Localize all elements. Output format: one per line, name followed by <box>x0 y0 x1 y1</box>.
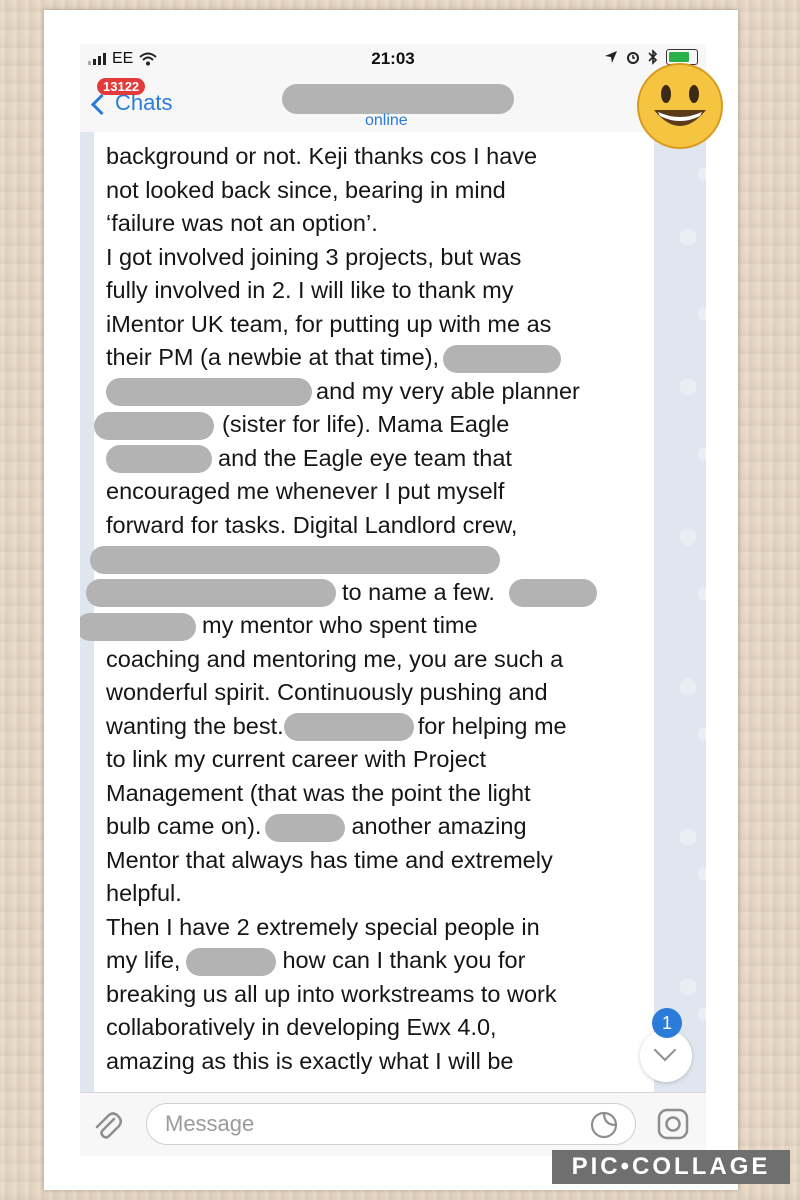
message-line: (sister for life). Mama Eagle <box>94 408 646 442</box>
message-segment: my life, <box>106 947 181 973</box>
message-segment: (sister for life). Mama Eagle <box>222 411 510 437</box>
message-line: ‘failure was not an option’. <box>106 210 378 236</box>
redacted-name <box>94 411 214 440</box>
redacted-name <box>186 947 277 976</box>
unread-badge: 13122 <box>97 78 146 95</box>
message-line: Then I have 2 extremely special people i… <box>106 913 540 940</box>
camera-icon[interactable] <box>656 1107 690 1141</box>
message-segment: how can I thank you for <box>282 947 526 973</box>
redacted-name <box>265 813 346 842</box>
redacted-name <box>80 612 196 641</box>
message-line: fully involved in 2. I will like to than… <box>106 277 514 303</box>
message-segment: and the Eagle eye team that <box>218 444 512 471</box>
message-line: my mentor who spent time <box>80 609 646 643</box>
chevron-left-icon <box>90 93 113 115</box>
chat-history[interactable]: background or not. Keji thanks cos I hav… <box>80 132 706 1092</box>
message-segment: bulb came on). <box>106 813 262 839</box>
message-line: forward for tasks. Digital Landlord crew… <box>106 511 518 538</box>
message-bubble[interactable]: background or not. Keji thanks cos I hav… <box>80 132 654 1092</box>
pic-collage-watermark: PIC•COLLAGE <box>552 1150 790 1184</box>
message-line: breaking us all up into workstreams to w… <box>106 980 557 1007</box>
paperclip-icon[interactable] <box>92 1109 122 1141</box>
redacted-name <box>443 344 562 373</box>
message-line: background or not. Keji thanks cos I hav… <box>106 143 538 169</box>
sticker-icon[interactable] <box>590 1111 618 1139</box>
redacted-name <box>106 378 312 407</box>
message-line: wonderful spirit. Continuously pushing a… <box>106 679 548 705</box>
message-line: not looked back since, bearing in mind <box>106 176 506 203</box>
message-line: bulb came on). another amazing <box>106 810 646 844</box>
redacted-name <box>508 579 597 608</box>
message-segment: another amazing <box>351 813 527 839</box>
message-segment: and my very able planner <box>316 377 580 404</box>
message-line: I got involved joining 3 projects, but w… <box>106 243 522 270</box>
message-line <box>90 542 646 576</box>
message-line: collaboratively in developing Ewx 4.0, <box>106 1014 497 1040</box>
message-line: wanting the best. for helping me <box>106 710 646 744</box>
message-line: to link my current career with Project <box>106 746 487 772</box>
message-segment: their PM (a newbie at that time), <box>106 344 440 370</box>
message-line: their PM (a newbie at that time), <box>106 341 646 375</box>
message-segment: my mentor who spent time <box>202 612 478 638</box>
message-line: and my very able planner <box>106 375 646 409</box>
contact-status: online <box>365 112 408 129</box>
message-line: Mentor that always has time and extremel… <box>106 846 553 873</box>
message-line: my life, how can I thank you for <box>106 944 646 978</box>
contact-name-redacted[interactable] <box>282 84 514 114</box>
message-segment: for helping me <box>417 712 567 739</box>
message-segment: wanting the best. <box>106 712 284 739</box>
redacted-name <box>283 713 414 742</box>
message-segment: to name a few. <box>342 578 495 605</box>
message-line: iMentor UK team, for putting up with me … <box>106 310 552 337</box>
smiley-emoji-icon <box>637 63 723 149</box>
redacted-name <box>86 579 336 608</box>
chat-header: Chats 13122 online <box>80 74 706 133</box>
message-line: helpful. <box>106 880 182 906</box>
redacted-name <box>106 445 212 474</box>
phone-screenshot: EE 21:03 Chats 13122 online background o… <box>80 44 706 1156</box>
message-line: amazing as this is exactly what I will b… <box>106 1047 514 1074</box>
chevron-down-icon <box>653 1038 677 1062</box>
status-bar: EE 21:03 <box>80 44 706 74</box>
location-arrow-icon <box>605 51 617 63</box>
message-line: coaching and mentoring me, you are such … <box>106 645 564 672</box>
message-line: and the Eagle eye team that <box>106 442 646 476</box>
unread-count-badge: 1 <box>652 1008 682 1038</box>
message-composer: Message <box>80 1092 706 1156</box>
message-line: Management (that was the point the light <box>106 779 531 806</box>
message-input[interactable]: Message <box>146 1103 636 1145</box>
message-line: to name a few. <box>86 576 646 610</box>
message-text: background or not. Keji thanks cos I hav… <box>80 140 646 1078</box>
redacted-name <box>90 545 500 574</box>
message-line: encouraged me whenever I put myself <box>106 478 505 504</box>
